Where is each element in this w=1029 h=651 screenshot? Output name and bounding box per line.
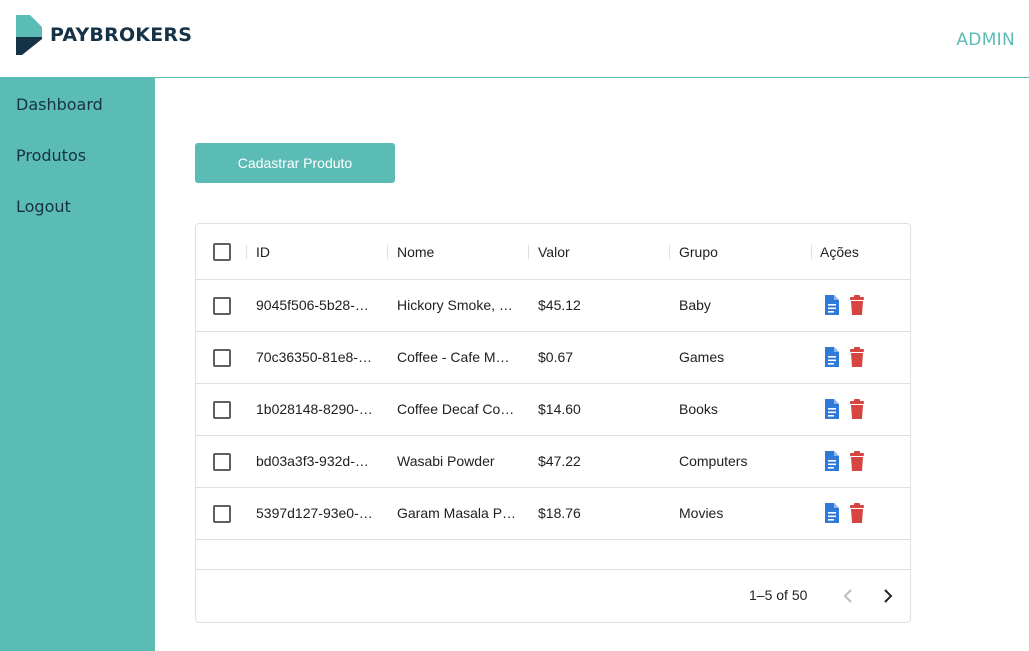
sidebar: Dashboard Produtos Logout — [0, 78, 155, 651]
document-icon[interactable] — [824, 502, 840, 524]
column-separator[interactable] — [669, 245, 670, 259]
cell-group: Movies — [679, 505, 724, 521]
select-all-checkbox[interactable] — [213, 243, 231, 261]
pagination-range: 1–5 of 50 — [749, 587, 808, 603]
cell-value: $18.76 — [538, 505, 581, 521]
trash-icon[interactable] — [849, 347, 865, 369]
column-header-grupo[interactable]: Grupo — [679, 224, 718, 280]
column-header-valor[interactable]: Valor — [538, 224, 570, 280]
cell-name: Garam Masala P… — [397, 505, 517, 521]
table-row[interactable]: bd03a3f3-932d-… Wasabi Powder $47.22 Com… — [196, 436, 910, 488]
cell-value: $0.67 — [538, 349, 574, 365]
app-header: PAYBROKERS ADMIN — [0, 0, 1029, 78]
table-row[interactable]: 5397d127-93e0-… Garam Masala P… $18.76 M… — [196, 488, 910, 540]
cell-group: Computers — [679, 453, 748, 469]
cell-id: bd03a3f3-932d-… — [256, 453, 369, 469]
chevron-right-icon[interactable] — [876, 584, 900, 608]
row-checkbox[interactable] — [213, 349, 231, 367]
cell-name: Coffee Decaf Co… — [397, 401, 515, 417]
row-checkbox[interactable] — [213, 453, 231, 471]
sidebar-item-logout[interactable]: Logout — [16, 197, 71, 216]
column-separator[interactable] — [528, 245, 529, 259]
cell-group: Baby — [679, 297, 711, 313]
brand-name: PAYBROKERS — [50, 24, 193, 46]
table-row[interactable]: 9045f506-5b28-… Hickory Smoke, … $45.12 … — [196, 280, 910, 332]
chevron-left-icon[interactable] — [836, 584, 860, 608]
create-product-button[interactable]: Cadastrar Produto — [195, 143, 395, 183]
column-separator[interactable] — [387, 245, 388, 259]
cell-name: Wasabi Powder — [397, 453, 495, 469]
cell-id: 5397d127-93e0-… — [256, 505, 373, 521]
document-icon[interactable] — [824, 346, 840, 368]
cell-value: $45.12 — [538, 297, 581, 313]
cell-value: $47.22 — [538, 453, 581, 469]
cell-id: 9045f506-5b28-… — [256, 297, 369, 313]
paybrokers-logo-icon — [16, 15, 42, 55]
table-row[interactable]: 1b028148-8290-… Coffee Decaf Co… $14.60 … — [196, 384, 910, 436]
products-table: ID Nome Valor Grupo Ações 9045f506-5b28-… — [195, 223, 911, 623]
trash-icon[interactable] — [849, 503, 865, 525]
cell-group: Games — [679, 349, 725, 365]
column-separator[interactable] — [246, 245, 247, 259]
sidebar-item-produtos[interactable]: Produtos — [16, 146, 86, 165]
column-header-id[interactable]: ID — [256, 224, 270, 280]
trash-icon[interactable] — [849, 295, 865, 317]
document-icon[interactable] — [824, 294, 840, 316]
cell-id: 70c36350-81e8-… — [256, 349, 372, 365]
column-header-acoes[interactable]: Ações — [820, 224, 859, 280]
sidebar-item-dashboard[interactable]: Dashboard — [16, 95, 103, 114]
table-header: ID Nome Valor Grupo Ações — [196, 224, 910, 280]
cell-value: $14.60 — [538, 401, 581, 417]
column-header-nome[interactable]: Nome — [397, 224, 434, 280]
brand-logo[interactable]: PAYBROKERS — [16, 15, 192, 55]
row-checkbox[interactable] — [213, 401, 231, 419]
cell-name: Hickory Smoke, … — [397, 297, 513, 313]
document-icon[interactable] — [824, 450, 840, 472]
row-checkbox[interactable] — [213, 297, 231, 315]
document-icon[interactable] — [824, 398, 840, 420]
cell-name: Coffee - Cafe M… — [397, 349, 510, 365]
column-separator[interactable] — [811, 245, 812, 259]
trash-icon[interactable] — [849, 451, 865, 473]
user-menu-label[interactable]: ADMIN — [956, 30, 1015, 50]
cell-id: 1b028148-8290-… — [256, 401, 373, 417]
table-footer: 1–5 of 50 — [196, 569, 910, 622]
table-row[interactable]: 70c36350-81e8-… Coffee - Cafe M… $0.67 G… — [196, 332, 910, 384]
cell-group: Books — [679, 401, 718, 417]
row-checkbox[interactable] — [213, 505, 231, 523]
trash-icon[interactable] — [849, 399, 865, 421]
